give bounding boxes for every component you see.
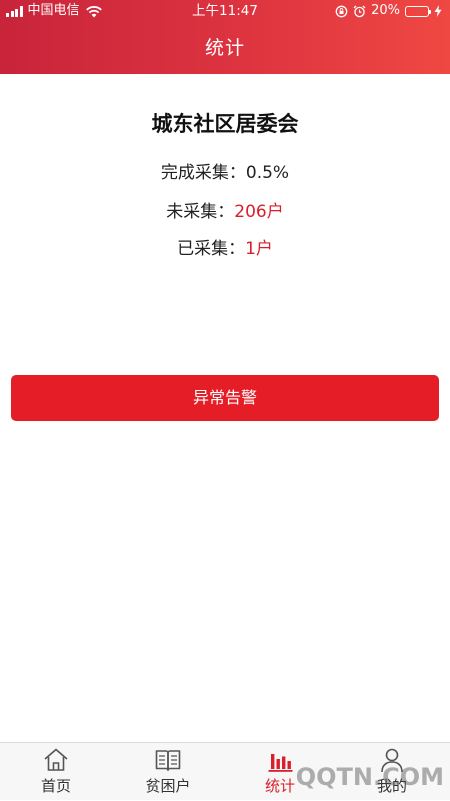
completion-value: 0.5% — [245, 163, 290, 183]
uncollected-label: 未采集： — [166, 202, 235, 222]
tab-statistics[interactable]: 统计 — [224, 743, 336, 801]
home-icon — [44, 748, 68, 771]
tab-poor-households[interactable]: 贫困户 — [112, 743, 224, 801]
collected-value: 1户 — [245, 239, 273, 259]
bar-chart-icon — [268, 754, 293, 772]
tab-mine-label: 我的 — [376, 777, 407, 795]
tab-home[interactable]: 首页 — [0, 743, 112, 801]
collected-stat: 已采集：1户 — [0, 234, 450, 259]
abnormal-alarm-button[interactable]: 异常告警 — [11, 375, 439, 421]
collected-label: 已采集： — [177, 239, 246, 259]
bottom-tab-bar: 首页 贫困户 统计 我的 — [0, 742, 450, 800]
organization-name: 城东社区居委会 — [151, 112, 299, 136]
uncollected-value: 206户 — [234, 202, 284, 222]
tab-statistics-label: 统计 — [264, 777, 295, 795]
completion-stat: 完成采集：0.5% — [0, 158, 450, 183]
tab-mine[interactable]: 我的 — [336, 743, 448, 801]
battery-level — [407, 7, 411, 15]
orientation-lock-icon — [335, 5, 348, 17]
status-bar: 中国电信 上午11:47 20% — [0, 0, 450, 22]
alarm-clock-icon — [353, 5, 366, 17]
user-icon — [381, 748, 403, 773]
completion-label: 完成采集： — [160, 163, 246, 183]
battery-icon — [405, 5, 431, 17]
page-title: 统计 — [204, 37, 245, 59]
book-icon — [155, 750, 181, 771]
battery-percent: 20% — [371, 3, 400, 18]
status-right: 20% — [335, 0, 442, 22]
uncollected-stat: 未采集：206户 — [0, 197, 450, 222]
charging-bolt-icon — [434, 5, 442, 17]
top-area: 中国电信 上午11:47 20% 统计 — [0, 0, 450, 74]
tab-poor-households-label: 贫困户 — [145, 777, 191, 795]
tab-home-label: 首页 — [40, 777, 71, 795]
